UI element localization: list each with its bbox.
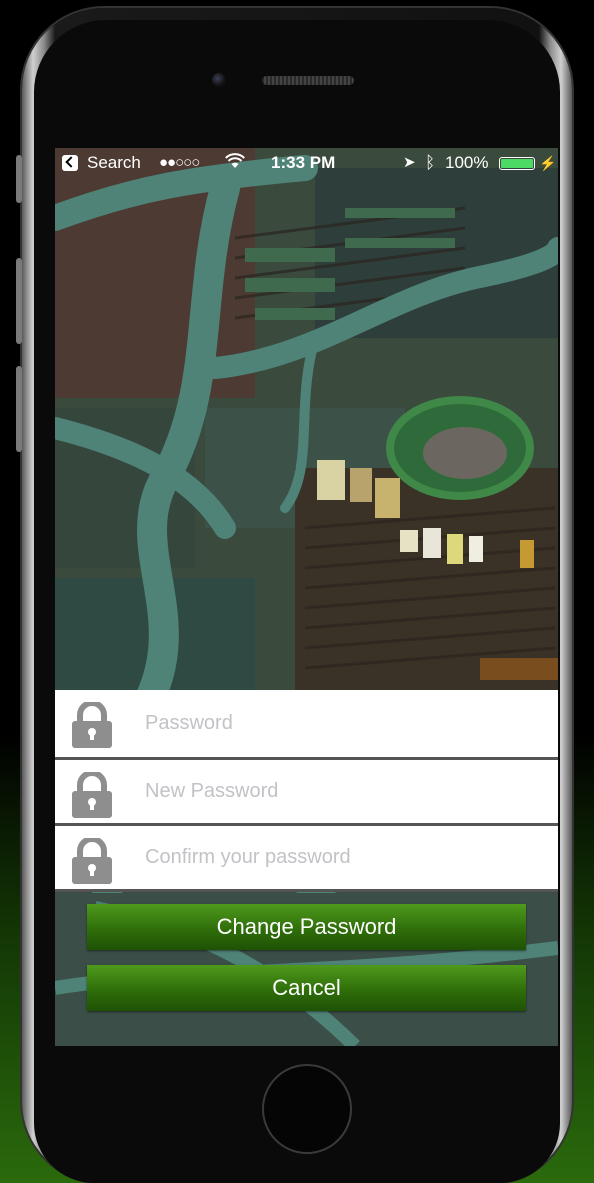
confirm-password-input[interactable]	[145, 826, 545, 889]
volume-up-button	[16, 258, 22, 344]
home-button[interactable]	[262, 1064, 352, 1154]
bluetooth-icon: ᛒ	[425, 153, 436, 172]
back-arrow-icon[interactable]	[62, 155, 78, 171]
mute-switch	[16, 155, 22, 203]
change-password-button[interactable]: Change Password	[87, 904, 526, 950]
cellular-signal: ●●○○○	[159, 154, 200, 171]
status-bar: Search ●●○○○ 1:33 PM ➤ ᛒ 100% ⚡	[55, 148, 558, 178]
confirm-password-field-row	[55, 826, 558, 892]
battery-percent: 100%	[445, 153, 489, 172]
battery-level	[501, 159, 533, 168]
new-password-field-row	[55, 760, 558, 826]
earpiece-speaker	[262, 76, 354, 85]
front-camera	[212, 73, 226, 87]
lock-icon	[72, 772, 112, 818]
volume-down-button	[16, 366, 22, 452]
cancel-button[interactable]: Cancel	[87, 965, 526, 1011]
password-field-row	[55, 690, 558, 760]
charging-bolt-icon: ⚡	[539, 155, 557, 171]
battery-icon	[499, 157, 535, 170]
lock-icon	[72, 702, 112, 748]
location-arrow-icon: ➤	[403, 154, 416, 171]
wifi-icon	[225, 148, 245, 178]
change-password-form	[55, 690, 558, 892]
password-input[interactable]	[145, 690, 545, 757]
status-time: 1:33 PM	[271, 153, 336, 172]
app-screen: Search ●●○○○ 1:33 PM ➤ ᛒ 100% ⚡ Change P…	[55, 148, 558, 1046]
new-password-input[interactable]	[145, 760, 545, 823]
lock-icon	[72, 838, 112, 884]
back-to-search-link[interactable]: Search	[87, 148, 141, 178]
